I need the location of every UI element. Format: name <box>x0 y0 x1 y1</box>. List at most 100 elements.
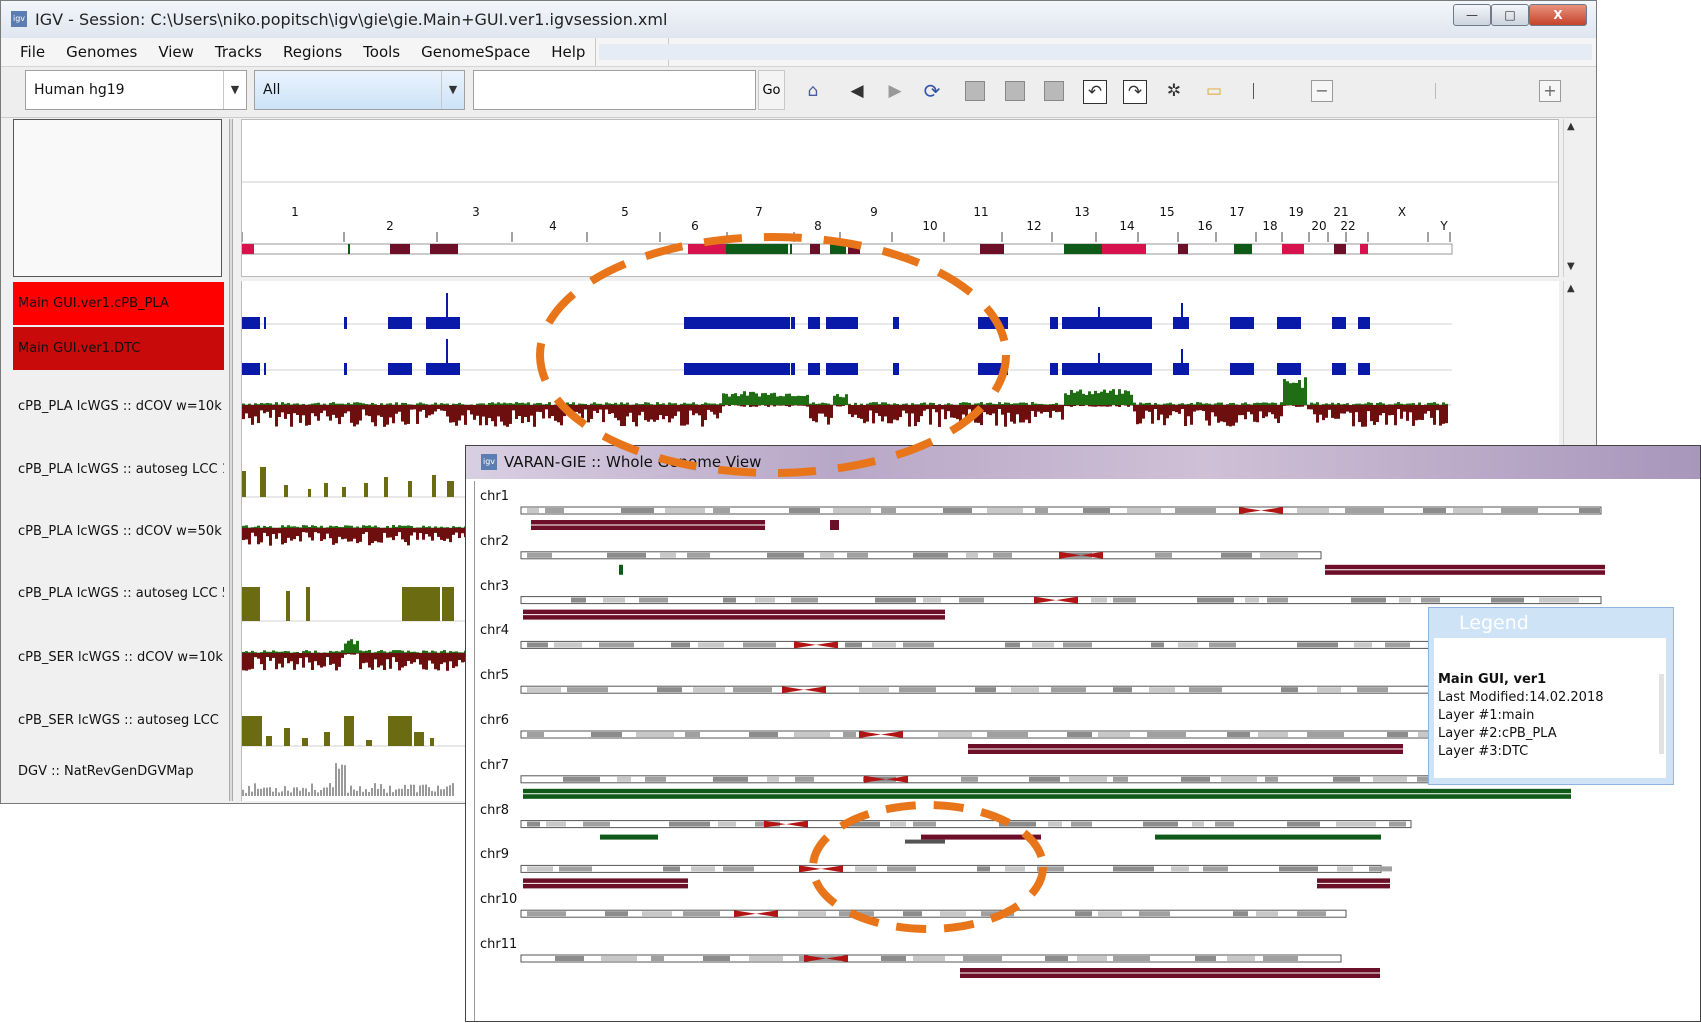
forward-icon[interactable]: ▶ <box>884 80 906 102</box>
locus-input[interactable] <box>473 70 756 110</box>
dcov-10k-gain-bar <box>635 403 638 405</box>
track-name-dcov-10k[interactable]: cPB_PLA lcWGS :: dCOV w=10k <box>13 399 224 414</box>
dcov-10k-gain-bar <box>674 403 677 405</box>
menu-tracks[interactable]: Tracks <box>204 38 272 66</box>
details-icon[interactable]: ✲ <box>1163 80 1185 102</box>
chromosome-band <box>963 956 1002 961</box>
dcov-10k-loss-bar <box>1322 405 1325 420</box>
undo-icon[interactable]: ↶ <box>1083 80 1107 104</box>
go-button[interactable]: Go <box>758 70 785 110</box>
track-name-cpb-pla[interactable]: Main GUI.ver1.cPB_PLA <box>13 282 224 325</box>
dgv-bar <box>365 789 367 796</box>
track-name-dcov-50k[interactable]: cPB_PLA lcWGS :: dCOV w=50k <box>13 524 224 539</box>
maximize-button[interactable]: □ <box>1491 4 1529 26</box>
ser-dcov-10k-loss-bar <box>416 653 419 659</box>
chromosome-band <box>571 598 586 603</box>
dcov-10k-loss-bar <box>830 405 833 418</box>
menu-genomespace[interactable]: GenomeSpace <box>410 38 540 66</box>
dcov-10k-gain-bar <box>869 403 872 405</box>
track-name-ser-autoseg[interactable]: cPB_SER lcWGS :: autoseg LCC <box>13 713 224 728</box>
blue-track-dtc-segment <box>684 363 790 375</box>
dcov-50k-loss-bar <box>263 528 266 533</box>
track-name-dgv[interactable]: DGV :: NatRevGenDGVMap <box>13 764 224 779</box>
chromosome-band <box>1048 822 1062 827</box>
dcov-10k-gain-bar <box>767 395 770 405</box>
dcov-50k-loss-bar <box>299 528 302 541</box>
menu-help[interactable]: Help <box>540 38 595 66</box>
minimize-button[interactable]: — <box>1453 4 1491 26</box>
dcov-50k-gain-bar <box>452 526 455 528</box>
dgv-bar <box>248 786 250 796</box>
autoseg-10-bar <box>447 481 454 497</box>
zoom-in-button[interactable]: + <box>1539 80 1561 102</box>
dgv-bar <box>254 783 256 796</box>
fit-icon[interactable] <box>1044 81 1064 101</box>
dcov-10k-gain-bar <box>269 403 272 405</box>
dcov-10k-gain-bar <box>773 393 776 405</box>
region-icon[interactable] <box>965 81 985 101</box>
scroll-up-icon[interactable]: ▲ <box>1567 283 1575 294</box>
dcov-10k-gain-bar <box>371 403 374 405</box>
track-name-ser-dcov[interactable]: cPB_SER lcWGS :: dCOV w=10k <box>13 650 224 665</box>
menu-tools[interactable]: Tools <box>352 38 410 66</box>
close-button[interactable]: X <box>1529 4 1587 26</box>
dcov-50k-loss-bar <box>317 528 320 533</box>
scroll-down-icon[interactable]: ▼ <box>1567 261 1575 272</box>
redo-icon[interactable]: ↷ <box>1123 80 1147 104</box>
chromosome-band <box>767 777 779 782</box>
ideogram-panel[interactable]: 12345678910111213141516171819202122XY <box>241 119 1559 277</box>
chevron-down-icon[interactable]: ▼ <box>223 71 246 109</box>
dcov-10k-loss-bar <box>1166 405 1169 418</box>
dcov-10k-gain-bar <box>1301 388 1304 405</box>
chromosome-select[interactable]: All ▼ <box>254 70 465 110</box>
legend-scrollbar[interactable] <box>1659 674 1664 754</box>
menu-file[interactable]: File <box>9 38 55 66</box>
track-name-autoseg-10[interactable]: cPB_PLA lcWGS :: autoseg LCC 1( <box>13 462 224 477</box>
track-name-dtc[interactable]: Main GUI.ver1.DTC <box>13 327 224 370</box>
dcov-10k-gain-bar <box>335 404 338 405</box>
panel-divider[interactable] <box>229 119 233 801</box>
dcov-10k-gain-bar <box>695 404 698 405</box>
dcov-10k-loss-bar <box>1217 405 1220 423</box>
dcov-10k-gain-bar <box>1205 403 1208 405</box>
dcov-10k-gain-bar <box>311 404 314 405</box>
menu-genomes[interactable]: Genomes <box>55 38 147 66</box>
ser-dcov-10k-loss-bar <box>386 653 389 659</box>
ser-dcov-10k-loss-bar <box>290 653 293 661</box>
dcov-10k-loss-bar <box>1325 405 1328 418</box>
dgv-bar <box>413 785 415 796</box>
popup-icon[interactable]: ▭ <box>1203 80 1225 102</box>
dcov-10k-gain-bar <box>1100 392 1103 405</box>
resize-icon[interactable] <box>1005 81 1025 101</box>
refresh-icon[interactable]: ⟳ <box>921 80 943 102</box>
chevron-down-icon[interactable]: ▼ <box>441 71 464 109</box>
menu-regions[interactable]: Regions <box>272 38 352 66</box>
dcov-50k-loss-bar <box>419 528 422 533</box>
autoseg-10-bar <box>308 489 311 497</box>
ser-dcov-10k-loss-bar <box>272 653 275 658</box>
genome-select[interactable]: Human hg19 ▼ <box>25 70 247 110</box>
home-icon[interactable]: ⌂ <box>802 80 824 102</box>
dcov-10k-loss-bar <box>464 405 467 425</box>
dcov-10k-gain-bar <box>728 397 731 405</box>
chromosome-band <box>1491 598 1524 603</box>
menu-view[interactable]: View <box>147 38 204 66</box>
chromosome-band <box>881 508 896 513</box>
dcov-10k-loss-bar <box>929 405 932 425</box>
header-scrollbar[interactable]: ▲ ▼ <box>1563 119 1581 277</box>
dcov-50k-gain-bar <box>302 525 305 528</box>
ser-dcov-10k-loss-bar <box>449 653 452 661</box>
chromosome-band <box>581 508 607 513</box>
chromosome-band <box>903 508 925 513</box>
dcov-10k-gain-bar <box>1067 395 1070 405</box>
scroll-up-icon[interactable]: ▲ <box>1567 121 1575 132</box>
blue-track-cpb-pla-peak <box>1098 307 1100 317</box>
track-name-autoseg-50[interactable]: cPB_PLA lcWGS :: autoseg LCC 5( <box>13 586 224 601</box>
dcov-10k-loss-bar <box>581 405 584 418</box>
dcov-10k-gain-bar <box>920 403 923 405</box>
dcov-10k-loss-bar <box>452 405 455 422</box>
back-icon[interactable]: ◀ <box>846 80 868 102</box>
zoom-out-button[interactable]: − <box>1311 80 1333 102</box>
ser-dcov-10k-gain-bar <box>395 650 398 653</box>
dcov-10k-gain-bar <box>1103 390 1106 405</box>
